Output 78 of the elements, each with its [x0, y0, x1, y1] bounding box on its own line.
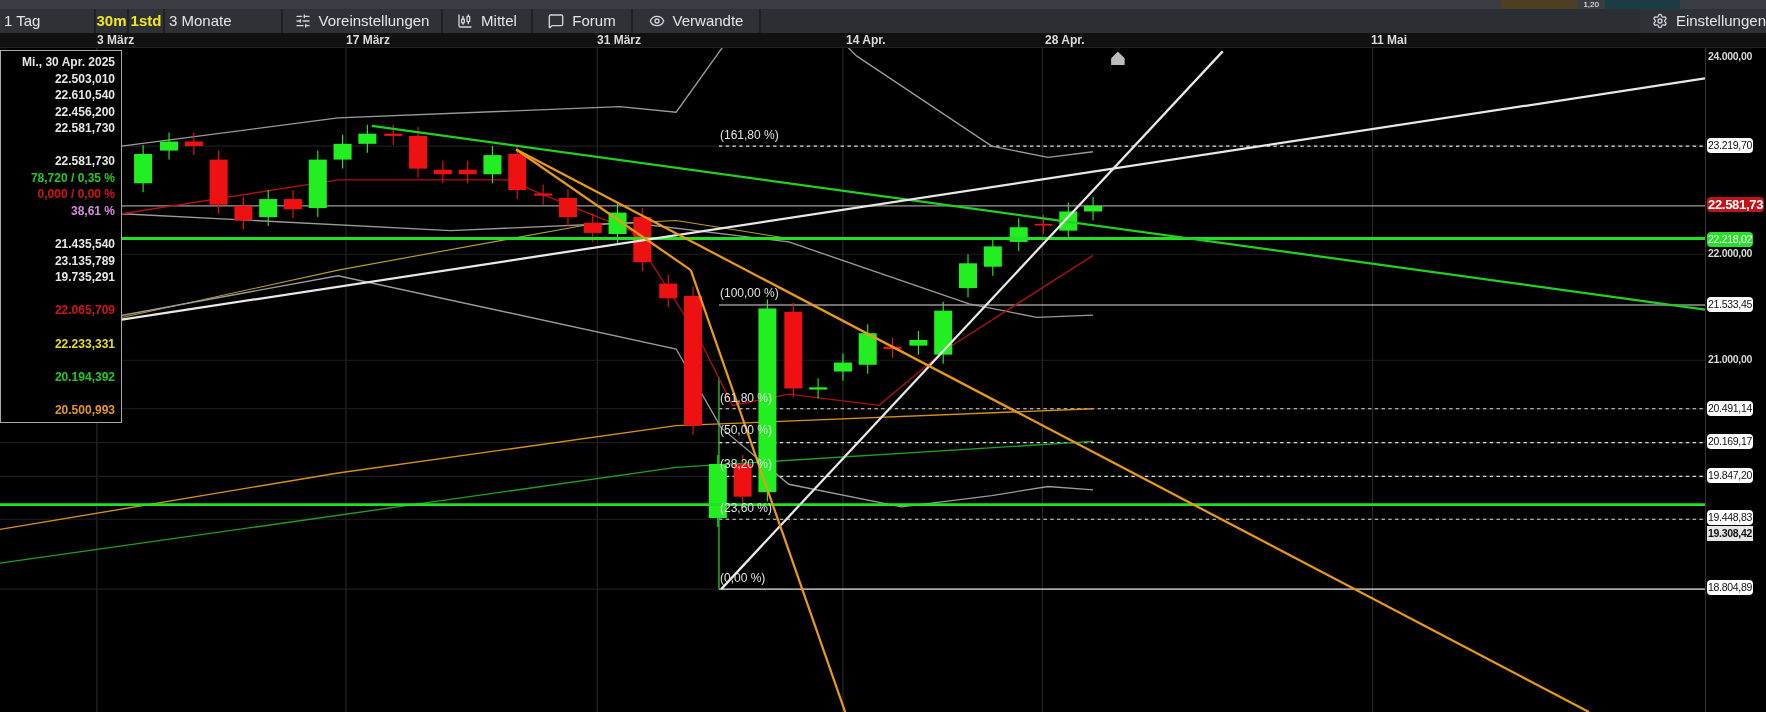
candlestick: [934, 301, 953, 365]
date-axis-label: 14 Apr.: [846, 33, 886, 48]
price-axis-label: 19.847,20: [1707, 468, 1753, 483]
date-axis-label: 17 März: [346, 33, 391, 48]
fibonacci-label: (161,80 %): [720, 128, 779, 143]
candlestick: [458, 160, 477, 184]
price-axis-label: 21.000,00: [1707, 352, 1753, 367]
candlestick: [433, 160, 452, 184]
info-value: 22.581,730: [54, 153, 115, 170]
candlestick: [384, 124, 403, 146]
price-axis-label: 20.169,17: [1707, 434, 1753, 449]
speech-bubble-icon: [548, 13, 565, 29]
candlestick: [608, 203, 627, 244]
info-value: 23.135,789: [54, 252, 115, 270]
candlestick: [508, 144, 527, 200]
info-value: 22.456,200: [54, 103, 115, 120]
candlestick: [534, 183, 553, 206]
date-axis-label: 11 Mai: [1371, 33, 1408, 48]
candlestick: [134, 144, 153, 193]
price-axis-label: 19.308,42: [1707, 526, 1753, 541]
info-value: 22.581,730: [54, 120, 115, 137]
candlestick: [358, 124, 377, 154]
candlestick: [959, 253, 977, 298]
info-value: 22.503,010: [54, 70, 115, 87]
candlestick: [308, 150, 327, 218]
candlestick: [833, 352, 852, 382]
candlestick: [659, 274, 678, 308]
sliders-icon: [294, 13, 311, 29]
candlestick: [883, 337, 902, 359]
candlestick: [409, 126, 428, 179]
price-axis-label: 23.219,70: [1707, 138, 1753, 153]
price-axis-label: 22.218,02: [1707, 232, 1753, 247]
candlestick: [209, 150, 228, 215]
eye-icon: [648, 13, 665, 29]
price-axis-label: 18.804,89: [1707, 580, 1753, 595]
date-axis-label: 28 Apr.: [1045, 33, 1085, 48]
fibonacci-label: (100,00 %): [720, 286, 779, 301]
info-value: 78,720 / 0,35 %: [30, 169, 115, 187]
info-value: 0,000 / 0,00 %: [37, 186, 115, 203]
candlestick-icon: [457, 13, 474, 29]
candlestick: [234, 196, 253, 231]
range-button[interactable]: 1std: [129, 9, 165, 33]
candlestick: [583, 213, 602, 243]
info-value: 22.065,709: [54, 302, 115, 319]
info-value: Mi., 30 Apr. 2025: [22, 54, 115, 71]
candlestick: [1034, 214, 1053, 235]
candlestick: [284, 189, 302, 219]
date-axis-label: 31 März: [597, 33, 642, 48]
price-axis-label: 22.581,73: [1707, 197, 1765, 212]
marker-icon: [1111, 51, 1125, 65]
candlestick: [858, 323, 877, 375]
candlestick: [558, 188, 577, 227]
price-axis-label: 24.000,00: [1707, 49, 1753, 64]
info-value: 20.194,392: [54, 369, 115, 386]
candlestick: [809, 377, 828, 400]
candlestick: [1084, 196, 1103, 222]
strip-value: 1,20: [1582, 0, 1600, 9]
info-value: 22.233,331: [54, 335, 115, 353]
candlestick: [259, 189, 278, 227]
candlestick: [184, 132, 203, 156]
candlestick: [1009, 217, 1028, 252]
candlestick: [333, 134, 352, 170]
info-value: 22.610,540: [54, 87, 115, 104]
candlestick: [483, 145, 502, 184]
info-value: 19.735,291: [54, 269, 115, 286]
price-axis-label: 21.533,45: [1707, 297, 1753, 312]
info-value: 20.500,993: [54, 402, 115, 419]
info-value: 21.435,540: [54, 236, 115, 253]
info-value: 38,61 %: [70, 202, 115, 220]
price-axis-label: 19.448,83: [1707, 510, 1753, 525]
settings-icon: [1651, 13, 1668, 29]
price-axis-label: 20.491,14: [1707, 401, 1753, 416]
range-button[interactable]: 30m: [96, 9, 129, 33]
date-axis-label: 3 März: [97, 33, 135, 48]
candlestick: [633, 207, 652, 272]
candlestick: [160, 132, 179, 161]
candlestick: [909, 330, 928, 356]
price-axis-label: 22.000,00: [1707, 246, 1753, 261]
